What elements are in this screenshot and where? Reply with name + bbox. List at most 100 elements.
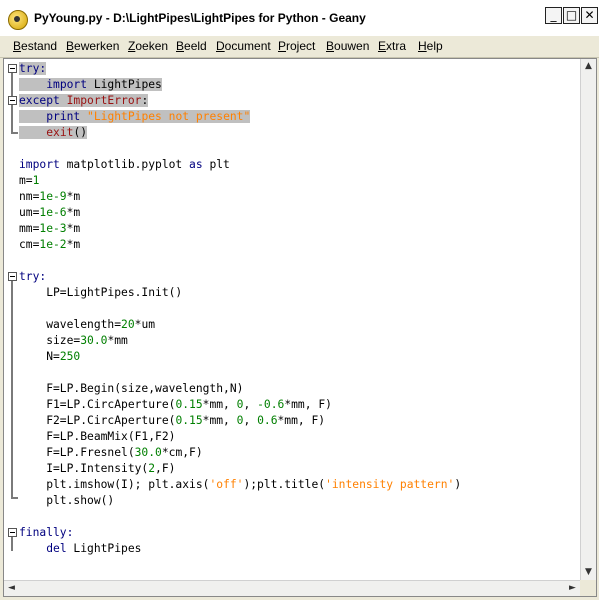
code-token: F=LP.BeamMix(F1,F2) [19, 430, 176, 443]
code-token: 250 [59, 350, 81, 363]
code-token: size= [19, 334, 81, 347]
code-token: 30.0 [134, 446, 162, 459]
code-token: F2=LP.CircAperture( [19, 414, 176, 427]
code-line[interactable]: nm=1e-9*m [19, 189, 461, 205]
code-token: I=LP.Intensity( [19, 462, 149, 475]
code-token: "LightPipes not present" [87, 110, 251, 123]
fold-line [11, 105, 13, 133]
fold-toggle-icon[interactable] [8, 528, 17, 537]
code-line[interactable] [19, 301, 461, 317]
scroll-left-icon[interactable]: ◄ [4, 581, 19, 596]
code-editor[interactable]: try: import LightPipes except ImportError… [3, 58, 597, 597]
scrollbar-corner [580, 580, 596, 596]
menu-extra[interactable]: Extra [378, 39, 406, 53]
fold-line [11, 73, 13, 97]
code-token: F1=LP.CircAperture( [19, 398, 176, 411]
code-line[interactable]: del LightPipes [19, 541, 461, 557]
code-line[interactable]: F1=LP.CircAperture(0.15*mm, 0, -0.6*mm, … [19, 397, 461, 413]
menu-help[interactable]: Help [418, 39, 443, 53]
code-line[interactable] [19, 509, 461, 525]
code-token: mm= [19, 222, 40, 235]
fold-toggle-icon[interactable] [8, 272, 17, 281]
code-token: exit [46, 126, 74, 139]
code-token: *mm, [202, 414, 237, 427]
code-line[interactable]: import LightPipes [19, 77, 461, 93]
code-line[interactable]: F=LP.Fresnel(30.0*cm,F) [19, 445, 461, 461]
code-line[interactable]: print "LightPipes not present" [19, 109, 461, 125]
code-line[interactable]: um=1e-6*m [19, 205, 461, 221]
code-line[interactable]: exit() [19, 125, 461, 141]
code-line[interactable] [19, 141, 461, 157]
scroll-up-icon[interactable]: ▲ [581, 59, 596, 74]
code-token: *m [66, 190, 81, 203]
menu-bestand[interactable]: Bestand [13, 39, 57, 53]
close-button[interactable]: ✕ [581, 7, 598, 24]
code-line[interactable] [19, 365, 461, 381]
code-line[interactable]: size=30.0*mm [19, 333, 461, 349]
minimize-button[interactable]: _ [545, 7, 562, 24]
menu-bouwen[interactable]: Bouwen [326, 39, 369, 53]
title-bar: PyYoung.py - D:\LightPipes\LightPipes fo… [0, 0, 599, 36]
code-line[interactable]: try: [19, 61, 461, 77]
code-token: ) [454, 478, 462, 491]
code-token: *m [66, 238, 81, 251]
fold-end-marker [11, 497, 18, 499]
code-token: LightPipes [87, 78, 162, 91]
code-line[interactable]: try: [19, 269, 461, 285]
menu-beeld[interactable]: Beeld [176, 39, 207, 53]
code-token: *mm, [202, 398, 237, 411]
code-token: : [141, 94, 149, 107]
code-line[interactable]: I=LP.Intensity(2,F) [19, 461, 461, 477]
code-token: nm= [19, 190, 40, 203]
scroll-right-icon[interactable]: ► [565, 581, 580, 596]
code-token: 1e-6 [39, 206, 67, 219]
code-line[interactable]: plt.imshow(I); plt.axis('off');plt.title… [19, 477, 461, 493]
horizontal-scrollbar[interactable]: ◄ ► [4, 580, 580, 596]
menu-zoeken[interactable]: Zoeken [128, 39, 168, 53]
code-token: um= [19, 206, 40, 219]
code-line[interactable]: finally: [19, 525, 461, 541]
code-token: finally: [19, 526, 74, 539]
code-line[interactable]: except ImportError: [19, 93, 461, 109]
code-token: LP=LightPipes.Init() [19, 286, 183, 299]
code-line[interactable]: m=1 [19, 173, 461, 189]
code-token: 20 [121, 318, 135, 331]
code-token: () [73, 126, 88, 139]
code-line[interactable]: cm=1e-2*m [19, 237, 461, 253]
code-token: 'intensity pattern' [325, 478, 455, 491]
code-line[interactable]: LP=LightPipes.Init() [19, 285, 461, 301]
menu-document[interactable]: Document [216, 39, 271, 53]
code-line[interactable]: mm=1e-3*m [19, 221, 461, 237]
fold-toggle-icon[interactable] [8, 96, 17, 105]
code-token: import [19, 158, 60, 171]
code-line[interactable]: import matplotlib.pyplot as plt [19, 157, 461, 173]
code-token: 1e-9 [39, 190, 67, 203]
menu-bewerken[interactable]: Bewerken [66, 39, 119, 53]
geany-app-icon [8, 10, 28, 30]
code-token: LightPipes [66, 542, 142, 555]
code-token: except [19, 94, 60, 107]
code-line[interactable]: F=LP.Begin(size,wavelength,N) [19, 381, 461, 397]
fold-toggle-icon[interactable] [8, 64, 17, 73]
code-line[interactable]: N=250 [19, 349, 461, 365]
maximize-button[interactable]: □ [563, 7, 580, 24]
code-line[interactable] [19, 253, 461, 269]
vertical-scrollbar[interactable]: ▲ ▼ [580, 59, 596, 580]
scroll-down-icon[interactable]: ▼ [581, 565, 596, 580]
code-token: *mm, F) [277, 414, 326, 427]
code-token: *mm [107, 334, 128, 347]
code-line[interactable]: plt.show() [19, 493, 461, 509]
code-token: matplotlib.pyplot [59, 158, 190, 171]
code-line[interactable]: F2=LP.CircAperture(0.15*mm, 0, 0.6*mm, F… [19, 413, 461, 429]
code-token: , [243, 414, 258, 427]
code-line[interactable]: F=LP.BeamMix(F1,F2) [19, 429, 461, 445]
code-line[interactable]: wavelength=20*um [19, 317, 461, 333]
code-token: 30.0 [80, 334, 108, 347]
code-text-area[interactable]: try: import LightPipes except ImportError… [19, 61, 461, 557]
menu-project[interactable]: Project [278, 39, 315, 53]
code-token: try: [19, 62, 47, 75]
code-token: ,F) [155, 462, 176, 475]
code-token: print [46, 110, 81, 123]
